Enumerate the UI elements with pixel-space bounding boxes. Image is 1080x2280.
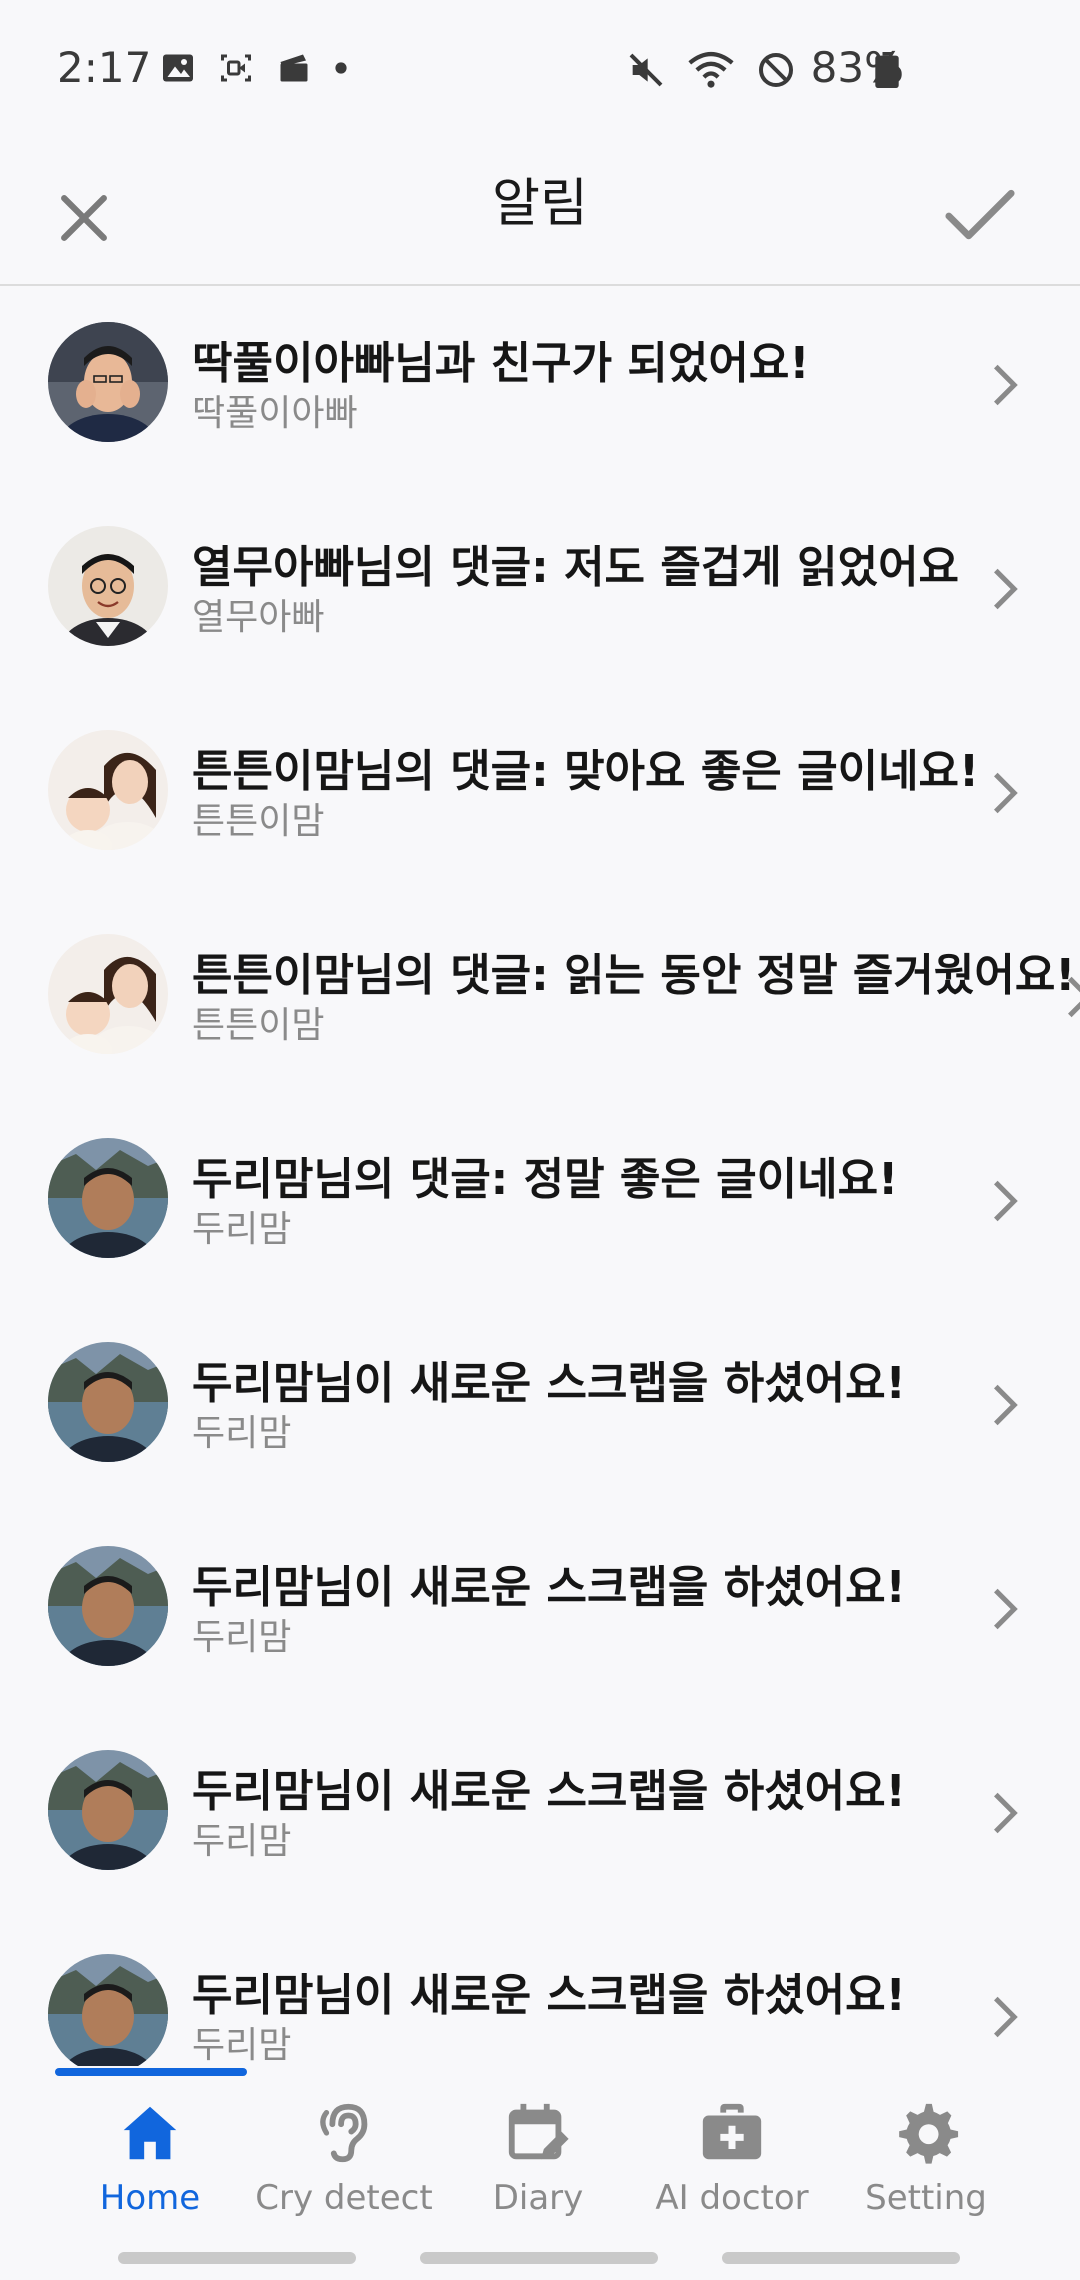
chevron-right-icon: [994, 1588, 1018, 1630]
mute-icon: [629, 53, 663, 87]
avatar: [48, 730, 168, 850]
nav-item-diary[interactable]: Diary: [441, 2098, 635, 2220]
nav-label: Cry detect: [255, 2178, 433, 2218]
status-system-icons: [626, 50, 796, 90]
screen-record-icon: [221, 54, 251, 82]
notification-title: 열무아빠님의 댓글: 저도 즐겁게 읽었어요: [192, 542, 960, 593]
gear-icon: [899, 2103, 959, 2164]
notification-item[interactable]: 튼튼이맘님의 댓글: 맞아요 좋은 글이네요! 튼튼이맘: [0, 694, 1080, 898]
notification-title: 튼튼이맘님의 댓글: 맞아요 좋은 글이네요!: [192, 746, 980, 797]
app-bar: 알림: [0, 116, 1080, 286]
avatar: [48, 934, 168, 1054]
notification-item[interactable]: 두리맘님의 댓글: 정말 좋은 글이네요! 두리맘: [0, 1102, 1080, 1306]
medical-kit-icon: [702, 2103, 762, 2160]
notification-subtitle: 튼튼이맘: [192, 1005, 325, 1046]
notification-subtitle: 두리맘: [192, 1617, 292, 1658]
clapper-icon: [280, 54, 308, 82]
home-icon: [123, 2106, 177, 2160]
notification-item[interactable]: 튼튼이맘님의 댓글: 읽는 동안 정말 즐거웠어요! 튼튼이맘: [0, 898, 1080, 1102]
nav-label: Diary: [492, 2178, 584, 2218]
nav-item-setting[interactable]: Setting: [829, 2098, 1023, 2220]
bottom-navigation: Home Cry detect Diary AI doctor Setting: [0, 2068, 1080, 2236]
notification-title: 두리맘님이 새로운 스크랩을 하셨어요!: [192, 1970, 906, 2021]
notification-subtitle: 두리맘: [192, 1413, 292, 1454]
gallery-icon: [163, 54, 193, 82]
notification-subtitle: 두리맘: [192, 2025, 292, 2066]
nav-item-cry-detect[interactable]: Cry detect: [247, 2098, 441, 2220]
notification-title: 튼튼이맘님의 댓글: 읽는 동안 정말 즐거웠어요!: [192, 950, 1076, 1001]
nav-item-ai-doctor[interactable]: AI doctor: [635, 2098, 829, 2220]
gesture-bar: [420, 2252, 658, 2264]
notification-title: 두리맘님이 새로운 스크랩을 하셨어요!: [192, 1562, 906, 1613]
notification-subtitle: 두리맘: [192, 1209, 292, 1250]
notification-list: 딱풀이아빠님과 친구가 되었어요! 딱풀이아빠 열무아빠님의 댓글: 저도 즐겁…: [0, 286, 1080, 2066]
notification-subtitle: 열무아빠: [192, 597, 325, 638]
calendar-edit-icon: [508, 2103, 569, 2160]
chevron-right-icon: [994, 568, 1018, 610]
notification-title: 두리맘님이 새로운 스크랩을 하셨어요!: [192, 1358, 906, 1409]
nav-label: AI doctor: [655, 2178, 809, 2218]
notification-subtitle: 딱풀이아빠: [192, 393, 358, 434]
avatar: [48, 1342, 168, 1462]
chevron-right-icon: [994, 1180, 1018, 1222]
notification-title: 두리맘님이 새로운 스크랩을 하셨어요!: [192, 1766, 906, 1817]
chevron-right-icon: [994, 1996, 1018, 2038]
notification-item[interactable]: 두리맘님이 새로운 스크랩을 하셨어요! 두리맘: [0, 1714, 1080, 1918]
dot-icon: [335, 62, 347, 74]
notification-item[interactable]: 두리맘님이 새로운 스크랩을 하셨어요! 두리맘: [0, 1918, 1080, 2066]
notifications-screen: 2:17 83% 알림 딱풀이아빠님과 친구가 되었어요! 딱풀이아빠 열무아빠…: [0, 0, 1080, 2280]
chevron-right-icon: [994, 364, 1018, 406]
avatar: [48, 322, 168, 442]
notification-subtitle: 튼튼이맘: [192, 801, 325, 842]
status-bar: 2:17 83%: [0, 0, 1080, 116]
notification-title: 딱풀이아빠님과 친구가 되었어요!: [192, 338, 810, 389]
gesture-bar: [118, 2252, 356, 2264]
chevron-right-icon: [994, 772, 1018, 814]
avatar: [48, 526, 168, 646]
do-not-disturb-icon: [759, 53, 793, 87]
nav-label: Home: [99, 2178, 201, 2218]
ear-icon: [320, 2103, 368, 2163]
avatar: [48, 1954, 168, 2066]
battery-icon: [875, 52, 899, 88]
notification-item[interactable]: 딱풀이아빠님과 친구가 되었어요! 딱풀이아빠: [0, 286, 1080, 490]
notification-item[interactable]: 두리맘님이 새로운 스크랩을 하셨어요! 두리맘: [0, 1510, 1080, 1714]
notification-item[interactable]: 열무아빠님의 댓글: 저도 즐겁게 읽었어요 열무아빠: [0, 490, 1080, 694]
wifi-icon: [688, 51, 734, 88]
chevron-right-icon: [1068, 976, 1080, 1018]
notification-title: 두리맘님의 댓글: 정말 좋은 글이네요!: [192, 1154, 899, 1205]
chevron-right-icon: [994, 1384, 1018, 1426]
nav-item-home[interactable]: Home: [53, 2098, 247, 2220]
avatar: [48, 1750, 168, 1870]
notification-item[interactable]: 두리맘님이 새로운 스크랩을 하셨어요! 두리맘: [0, 1306, 1080, 1510]
notification-subtitle: 두리맘: [192, 1821, 292, 1862]
status-notification-icons: [160, 50, 348, 86]
check-icon[interactable]: [940, 182, 1020, 250]
page-title: 알림: [492, 174, 588, 234]
chevron-right-icon: [994, 1792, 1018, 1834]
avatar: [48, 1546, 168, 1666]
status-time: 2:17: [57, 43, 152, 92]
avatar: [48, 1138, 168, 1258]
gesture-bar: [722, 2252, 960, 2264]
active-tab-indicator: [55, 2068, 247, 2076]
nav-label: Setting: [865, 2178, 987, 2218]
